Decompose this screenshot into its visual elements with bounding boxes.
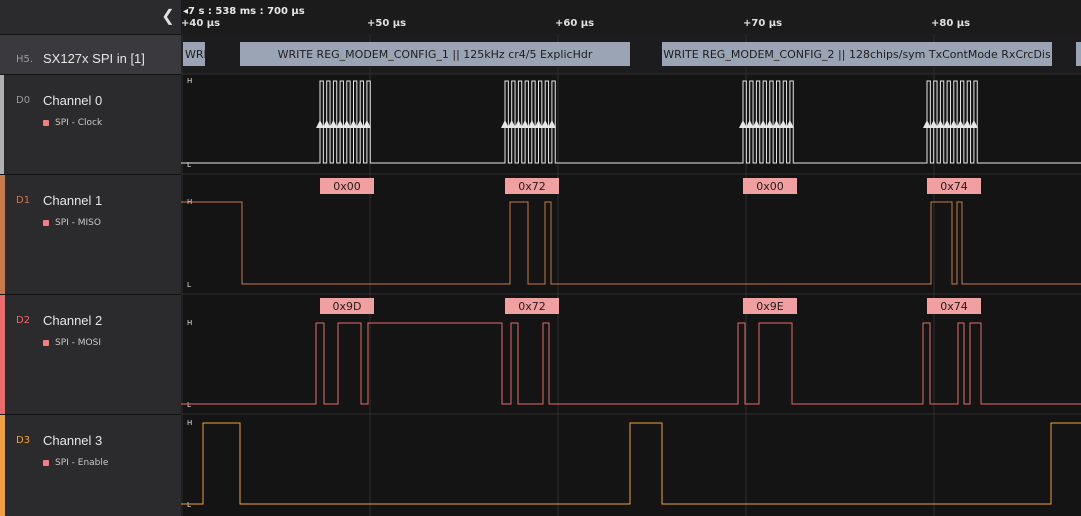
- channel-0-accent: [0, 75, 4, 174]
- sidebar-row-channel-2[interactable]: D2 Channel 2 SPI - MOSI: [0, 294, 181, 414]
- channel-3-sub: SPI - Enable: [55, 458, 109, 468]
- square-icon: [43, 220, 49, 226]
- level-low-label: L: [187, 281, 191, 289]
- channel-1-protocol: SPI - MISO: [43, 218, 101, 228]
- channel-2-accent: [0, 295, 5, 414]
- sidebar-row-channel-0[interactable]: D0 Channel 0 SPI - Clock: [0, 74, 181, 174]
- tick-label: +70 μs: [743, 18, 783, 29]
- channel-1-name: Channel 1: [43, 193, 103, 208]
- byte-label: 0x00: [756, 180, 784, 193]
- waveform-area[interactable]: WRI WRITE REG_MODEM_CONFIG_1 || 125kHz c…: [181, 34, 1081, 516]
- sidebar-row-channel-3[interactable]: D3 Channel 3 SPI - Enable: [0, 414, 181, 516]
- channel-2-protocol: SPI - MOSI: [43, 338, 101, 348]
- channel-3-accent: [0, 415, 5, 516]
- sidebar-row-analyzer[interactable]: H5. SX127x SPI in [1]: [0, 34, 181, 74]
- byte-label: 0x74: [940, 180, 968, 193]
- channel-1-code: D1: [16, 195, 31, 206]
- waveform-background: [181, 34, 1081, 516]
- level-low-label: L: [187, 401, 191, 409]
- sidebar-row-channel-1[interactable]: D1 Channel 1 SPI - MISO: [0, 174, 181, 294]
- byte-label: 0x74: [940, 300, 968, 313]
- channel-3-name: Channel 3: [43, 433, 103, 448]
- logic-analyzer-window: ❮ H5. SX127x SPI in [1] D0 Channel 0 SPI…: [0, 0, 1081, 516]
- tick-label: +50 μs: [367, 18, 407, 29]
- protocol-frame-label: WRITE REG_MODEM_CONFIG_2 || 128chips/sym…: [663, 48, 1051, 61]
- channel-2-code: D2: [16, 315, 31, 326]
- protocol-frame-label: WRI: [185, 48, 207, 61]
- channel-1-sub: SPI - MISO: [55, 218, 101, 228]
- channel-0-code: D0: [16, 95, 31, 106]
- square-icon: [43, 460, 49, 466]
- protocol-frame-label: WRITE REG_MODEM_CONFIG_1 || 125kHz cr4/5…: [278, 48, 593, 61]
- byte-label: 0x9E: [756, 300, 784, 313]
- channel-0-name: Channel 0: [43, 93, 103, 108]
- tick-label: +80 μs: [931, 18, 971, 29]
- channel-2-sub: SPI - MOSI: [55, 338, 101, 348]
- byte-label: 0x9D: [333, 300, 362, 313]
- level-low-label: L: [187, 501, 191, 509]
- analyzer-code: H5.: [16, 54, 34, 65]
- chevron-left-icon[interactable]: ❮: [160, 8, 176, 26]
- channel-3-code: D3: [16, 435, 31, 446]
- level-high-label: H: [187, 419, 192, 427]
- time-ruler[interactable]: ◂7 s : 538 ms : 700 μs +40 μs +50 μs +60…: [181, 0, 1081, 35]
- level-high-label: H: [187, 77, 192, 85]
- channel-sidebar: ❮ H5. SX127x SPI in [1] D0 Channel 0 SPI…: [0, 0, 182, 516]
- channel-3-protocol: SPI - Enable: [43, 458, 108, 468]
- byte-label: 0x00: [333, 180, 361, 193]
- analyzer-name: SX127x SPI in [1]: [43, 51, 145, 66]
- tick-label: +60 μs: [555, 18, 595, 29]
- square-icon: [43, 120, 49, 126]
- time-position-readout: ◂7 s : 538 ms : 700 μs: [183, 6, 305, 17]
- byte-label: 0x72: [518, 300, 546, 313]
- protocol-frame-box[interactable]: [1076, 42, 1081, 66]
- level-low-label: L: [187, 161, 191, 169]
- channel-2-name: Channel 2: [43, 313, 103, 328]
- tick-label: +40 μs: [181, 18, 221, 29]
- channel-0-sub: SPI - Clock: [55, 118, 103, 128]
- channel-1-accent: [0, 175, 5, 294]
- level-high-label: H: [187, 319, 192, 327]
- byte-label: 0x72: [518, 180, 546, 193]
- channel-0-protocol: SPI - Clock: [43, 118, 102, 128]
- square-icon: [43, 340, 49, 346]
